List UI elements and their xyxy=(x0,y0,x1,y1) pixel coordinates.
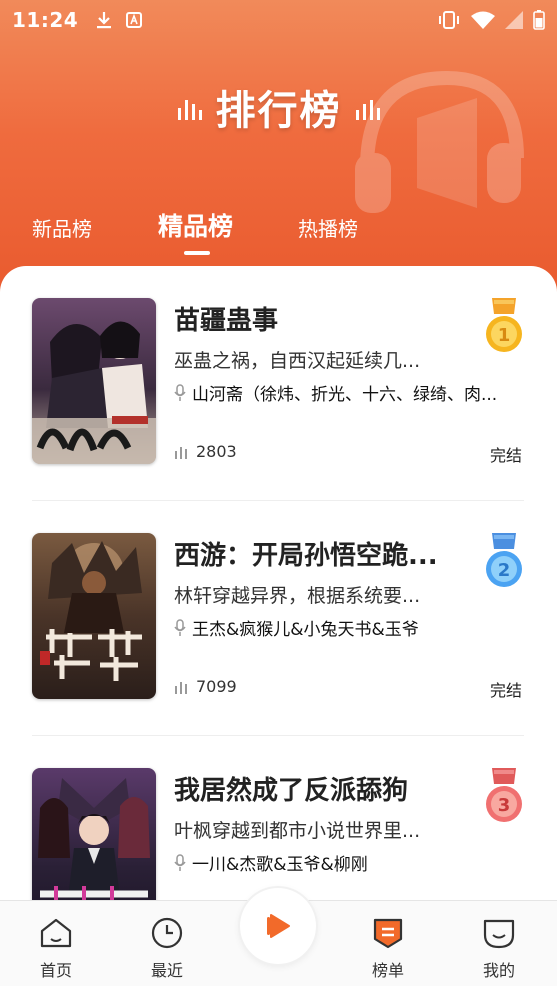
wifi-icon xyxy=(471,11,495,29)
active-tab-indicator xyxy=(184,251,210,255)
book-description: 叶枫穿越到都市小说世界里... xyxy=(174,820,421,842)
book-cover xyxy=(32,298,156,464)
ranking-icon xyxy=(373,918,403,949)
download-icon xyxy=(97,12,112,29)
play-stats-icon xyxy=(175,681,187,694)
book-title: 西游：开局孙悟空跪... xyxy=(174,541,438,571)
ranking-tabs: 新品榜 精品榜 热播榜 xyxy=(0,205,557,255)
signal-icon xyxy=(505,11,523,29)
tab-new[interactable]: 新品榜 xyxy=(32,213,92,242)
divider xyxy=(32,500,524,501)
tab-premium[interactable]: 精品榜 xyxy=(158,207,233,243)
microphone-icon xyxy=(174,383,186,401)
book-description: 巫蛊之祸，自西汉起延续几... xyxy=(174,350,421,372)
profile-icon xyxy=(483,919,515,949)
book-title: 苗疆蛊事 xyxy=(174,306,279,336)
nav-profile[interactable]: 我的 xyxy=(469,917,529,981)
tab-hot[interactable]: 热播榜 xyxy=(298,213,358,242)
nav-recent[interactable]: 最近 xyxy=(137,917,197,981)
nav-home[interactable]: 首页 xyxy=(26,917,86,981)
bronze-medal-icon: 3 xyxy=(486,768,522,822)
list-item[interactable]: 苗疆蛊事 巫蛊之祸，自西汉起延续几... 山河斋（徐炜、折光、十六、绿绮、肉..… xyxy=(32,298,524,466)
svg-text:1: 1 xyxy=(498,325,511,346)
book-description: 林轩穿越异界，根据系统要... xyxy=(174,585,421,607)
status-badge: 完结 xyxy=(489,446,522,465)
status-bar: 11:24 xyxy=(0,0,557,40)
svg-text:2: 2 xyxy=(498,560,511,581)
microphone-icon xyxy=(174,618,186,636)
book-authors: 山河斋（徐炜、折光、十六、绿绮、肉... xyxy=(174,380,519,405)
list-item[interactable]: 我居然成了反派舔狗 叶枫穿越到都市小说世界里... 一川&杰歌&玉爷&柳刚 3 xyxy=(32,768,524,900)
book-title: 我居然成了反派舔狗 xyxy=(174,776,409,806)
home-icon xyxy=(40,918,72,948)
status-badge: 完结 xyxy=(489,681,522,700)
status-time: 11:24 xyxy=(12,8,79,32)
gold-medal-icon: 1 xyxy=(486,298,522,352)
player-button[interactable] xyxy=(240,888,316,964)
book-authors: 王杰&疯猴儿&小兔天书&玉爷 xyxy=(174,615,519,640)
page-title: 排行榜 xyxy=(215,88,342,134)
silver-medal-icon: 2 xyxy=(486,533,522,587)
play-count: 7099 xyxy=(174,677,237,696)
list-item[interactable]: 西游：开局孙悟空跪... 林轩穿越异界，根据系统要... 王杰&疯猴儿&小兔天书… xyxy=(32,533,524,701)
vibrate-icon xyxy=(439,11,459,29)
play-stats-icon xyxy=(175,446,187,459)
app-notification-icon xyxy=(126,12,143,28)
nav-ranking[interactable]: 榜单 xyxy=(358,917,418,981)
sound-bars-right-icon xyxy=(355,100,380,120)
microphone-icon xyxy=(174,853,186,871)
book-authors: 一川&杰歌&玉爷&柳刚 xyxy=(174,850,519,875)
header: 11:24 排行榜 新品榜 精品榜 热播榜 xyxy=(0,0,557,300)
book-list: 苗疆蛊事 巫蛊之祸，自西汉起延续几... 山河斋（徐炜、折光、十六、绿绮、肉..… xyxy=(0,266,557,900)
battery-icon xyxy=(533,10,545,30)
svg-text:3: 3 xyxy=(498,795,511,816)
divider xyxy=(32,735,524,736)
book-cover xyxy=(32,533,156,699)
play-count: 2803 xyxy=(174,442,237,461)
clock-icon xyxy=(151,917,183,949)
book-cover xyxy=(32,768,156,900)
sound-bars-left-icon xyxy=(177,100,202,120)
play-icon xyxy=(267,914,290,938)
